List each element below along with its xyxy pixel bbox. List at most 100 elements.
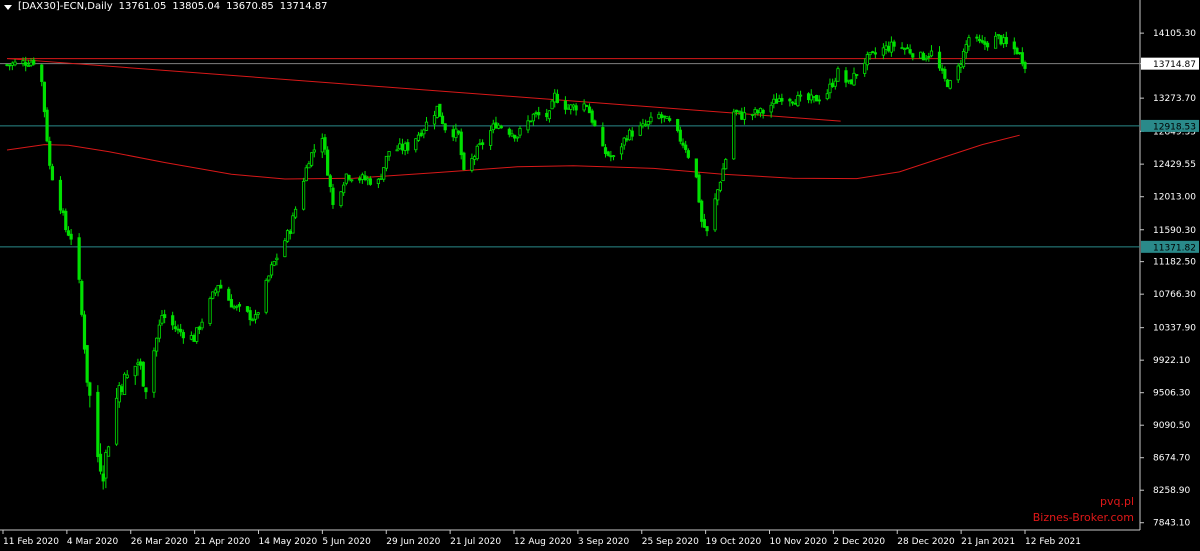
candle-body (82, 314, 87, 350)
candle-body (686, 150, 690, 158)
candle-body (873, 52, 877, 55)
candle-body (368, 178, 372, 185)
candle-body (499, 125, 503, 129)
chart-root[interactable]: 14105.3013714.8713273.7012849.3512429.55… (0, 0, 1200, 551)
candle-body (478, 143, 482, 145)
candle-body (304, 167, 308, 182)
candle-body (855, 74, 859, 76)
candle-body (681, 142, 685, 146)
ohlc-low: 13670.85 (226, 1, 274, 12)
candle-body (1015, 47, 1019, 55)
candle-body (732, 111, 736, 160)
x-tick-label: 3 Sep 2020 (578, 537, 630, 547)
candle-body (307, 163, 311, 169)
candle-body (379, 177, 383, 180)
x-tick-label: 10 Nov 2020 (770, 537, 828, 547)
candle-body (847, 79, 851, 82)
candle-body (419, 132, 423, 137)
y-tick-label: 8674.70 (1153, 454, 1190, 464)
candle-body (251, 319, 255, 322)
candle-body (1002, 37, 1006, 44)
x-tick-label: 2 Dec 2020 (833, 537, 885, 547)
y-tick-label: 13273.70 (1153, 94, 1196, 104)
candle-body (195, 327, 199, 342)
horizontal-level-label: 12918.53 (1153, 122, 1196, 132)
candle-body (884, 45, 888, 50)
candle-body (344, 173, 348, 184)
y-tick-label: 10337.90 (1153, 324, 1196, 334)
candle-body (943, 68, 947, 79)
x-tick-label: 21 Apr 2020 (195, 537, 251, 547)
x-tick-label: 19 Oct 2020 (706, 537, 762, 547)
candle-body (553, 92, 557, 103)
candle-body (919, 51, 923, 59)
candle-body (104, 452, 108, 479)
candle-body (440, 115, 445, 125)
candle-body (245, 306, 250, 312)
candle-body (21, 60, 25, 64)
candle-body (831, 82, 835, 87)
candle-body (235, 305, 239, 308)
candle-body (470, 158, 474, 171)
candle-body (996, 34, 1000, 36)
candle-body (929, 50, 934, 57)
candle-body (77, 237, 81, 280)
x-tick-label: 12 Aug 2020 (514, 537, 572, 547)
candle-body (665, 116, 669, 119)
candle-body (1004, 37, 1008, 45)
candle-body (227, 288, 231, 301)
candle-body (424, 121, 429, 131)
candle-body (13, 61, 17, 66)
candle-body (833, 80, 837, 87)
candle-body (809, 94, 813, 101)
candle-body (534, 112, 538, 115)
candle-body (668, 118, 672, 121)
candle-body (376, 178, 380, 185)
candle-body (366, 178, 370, 181)
x-tick-label: 21 Jul 2020 (450, 537, 501, 547)
candle-body (157, 324, 161, 339)
dropdown-triangle-icon[interactable] (4, 4, 12, 10)
candle-body (627, 129, 632, 141)
candle-body (248, 310, 252, 321)
candle-body (515, 136, 519, 139)
candle-body (179, 328, 183, 333)
candle-body (398, 143, 402, 150)
candle-body (24, 62, 28, 66)
candle-body (406, 142, 410, 151)
candle-body (702, 219, 706, 228)
candle-body (173, 326, 177, 330)
candle-body (85, 345, 89, 383)
candle-body (489, 130, 493, 146)
candle-body (136, 362, 140, 365)
candle-body (545, 112, 549, 118)
x-tick-label: 4 Mar 2020 (67, 537, 119, 547)
x-tick-label: 25 Sep 2020 (642, 537, 699, 547)
candle-body (980, 40, 984, 43)
candle-body (547, 110, 551, 120)
candle-body (956, 65, 960, 81)
candle-body (181, 332, 185, 339)
candle-body (619, 146, 624, 155)
candle-body (326, 149, 330, 176)
candle-body (211, 291, 215, 299)
candle-body (26, 65, 30, 67)
candle-body (999, 35, 1003, 45)
candle-body (216, 285, 220, 293)
candle-body (806, 93, 811, 101)
candle-body (758, 107, 763, 114)
candle-body (994, 35, 998, 49)
candle-body (622, 137, 626, 146)
candle-body (80, 280, 84, 315)
y-tick-label: 10766.30 (1153, 290, 1196, 300)
trendline (6, 58, 841, 122)
candle-body (360, 174, 364, 180)
candle-body (657, 113, 661, 119)
price-chart[interactable]: 14105.3013714.8713273.7012849.3512429.55… (0, 0, 1200, 551)
candle-body (774, 98, 779, 104)
candle-body (320, 138, 324, 153)
candle-body (798, 94, 803, 97)
candle-body (382, 167, 386, 180)
ohlc-close: 13714.87 (279, 1, 328, 12)
candle-body (865, 54, 869, 66)
